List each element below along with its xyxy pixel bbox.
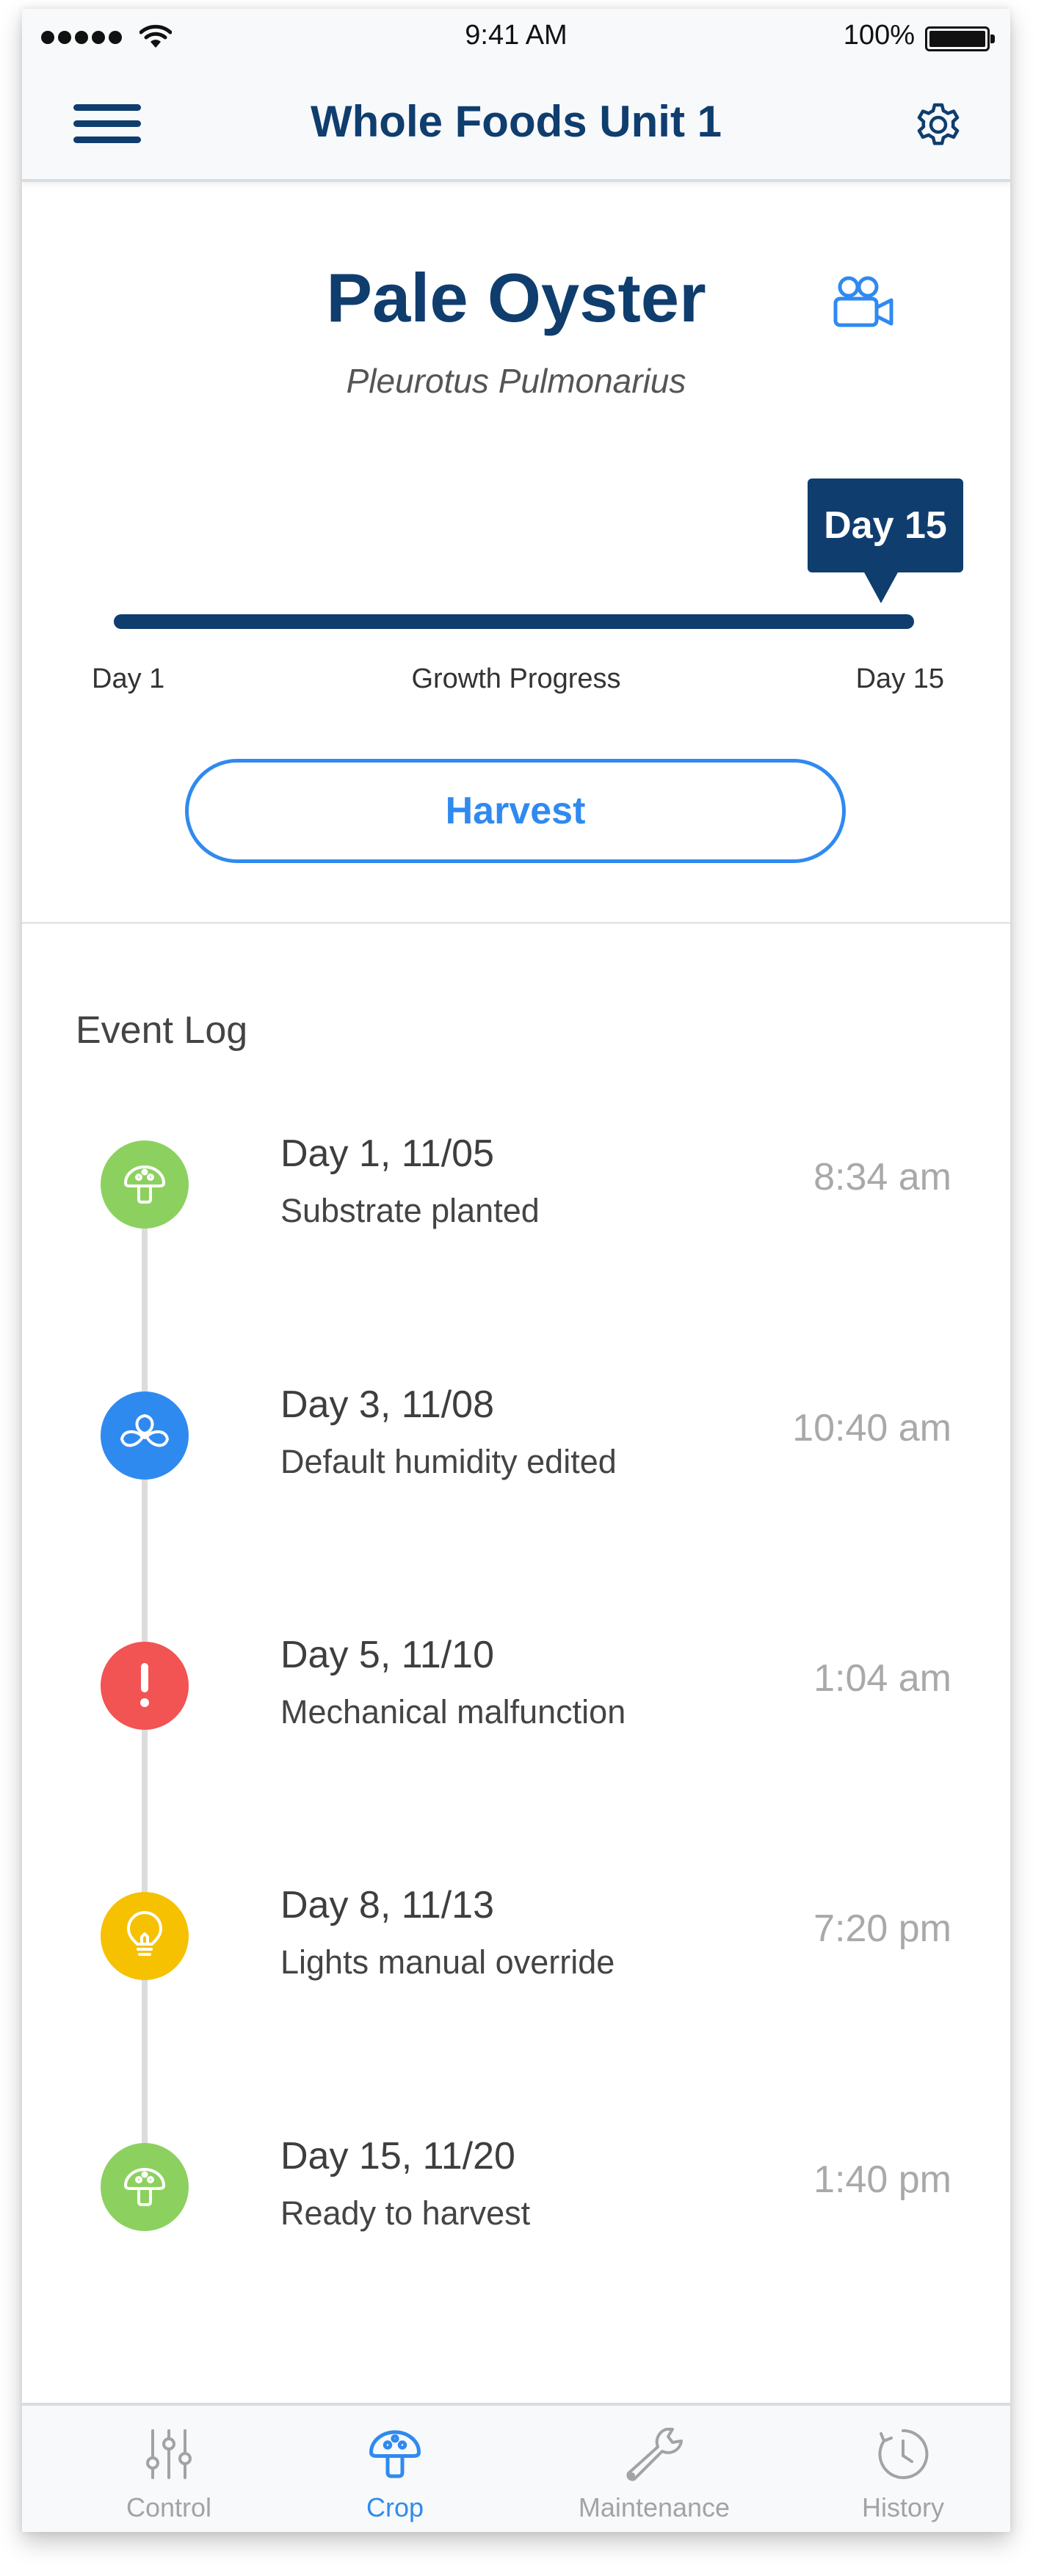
event-time: 8:34 am bbox=[813, 1156, 951, 1198]
event-date: Day 3, 11/08 bbox=[280, 1383, 495, 1426]
gear-icon[interactable] bbox=[912, 98, 965, 151]
sliders-icon bbox=[146, 2429, 192, 2479]
fan-icon bbox=[101, 1391, 189, 1480]
event-description: Ready to harvest bbox=[280, 2194, 531, 2232]
event-time: 1:40 pm bbox=[813, 2158, 951, 2201]
battery-percent: 100% bbox=[843, 20, 915, 51]
event-description: Default humidity edited bbox=[280, 1443, 617, 1480]
event-description: Mechanical malfunction bbox=[280, 1693, 626, 1731]
event-log-item[interactable]: Day 8, 11/13 Lights manual override 7:20… bbox=[22, 1883, 1010, 1986]
page-title: Whole Foods Unit 1 bbox=[311, 97, 722, 146]
video-camera-icon[interactable] bbox=[830, 269, 896, 335]
tab-label: Control bbox=[126, 2492, 212, 2522]
event-description: Substrate planted bbox=[280, 1192, 540, 1229]
battery-icon bbox=[925, 26, 995, 51]
harvest-button[interactable]: Harvest bbox=[185, 759, 846, 863]
event-time: 7:20 pm bbox=[813, 1907, 951, 1950]
event-date: Day 5, 11/10 bbox=[280, 1634, 495, 1676]
tab-control[interactable]: Control bbox=[82, 2406, 255, 2532]
event-description: Lights manual override bbox=[280, 1943, 615, 1981]
event-log-title: Event Log bbox=[76, 1009, 248, 1052]
event-time: 10:40 am bbox=[792, 1407, 951, 1449]
event-log-item[interactable]: Day 1, 11/05 Substrate planted 8:34 am bbox=[22, 1132, 1010, 1234]
tab-history[interactable]: History bbox=[816, 2406, 990, 2532]
tab-label: Maintenance bbox=[578, 2492, 731, 2522]
growth-progress-bar bbox=[114, 614, 914, 629]
crop-scientific-name: Pleurotus Pulmonarius bbox=[346, 362, 686, 400]
tab-crop[interactable]: Crop bbox=[308, 2406, 482, 2532]
nav-bar: Whole Foods Unit 1 bbox=[22, 62, 1010, 182]
current-day-tooltip: Day 15 bbox=[808, 479, 963, 572]
tab-label: Crop bbox=[366, 2492, 424, 2522]
wrench-icon bbox=[626, 2428, 683, 2481]
tooltip-pointer bbox=[863, 571, 899, 603]
event-log-item[interactable]: Day 15, 11/20 Ready to harvest 1:40 pm bbox=[22, 2134, 1010, 2237]
event-time: 1:04 am bbox=[813, 1657, 951, 1700]
growth-progress-fill bbox=[114, 614, 914, 629]
phone-frame: 9:41 AM 100% Whole Foods Unit 1 Pale Oys… bbox=[22, 9, 1010, 2532]
tab-bar: Control Crop Maintenance History bbox=[22, 2403, 1010, 2532]
alert-icon bbox=[101, 1642, 189, 1730]
event-log-item[interactable]: Day 5, 11/10 Mechanical malfunction 1:04… bbox=[22, 1633, 1010, 1736]
mushroom-icon bbox=[101, 2143, 189, 2231]
event-date: Day 15, 11/20 bbox=[280, 2135, 515, 2177]
mushroom-icon bbox=[369, 2430, 421, 2478]
tab-label: History bbox=[861, 2492, 944, 2522]
clock-history-icon bbox=[878, 2428, 929, 2479]
lightbulb-icon bbox=[101, 1892, 189, 1980]
section-divider bbox=[22, 922, 1010, 924]
battery-fill bbox=[929, 31, 985, 47]
event-date: Day 8, 11/13 bbox=[280, 1884, 495, 1926]
mushroom-icon bbox=[101, 1140, 189, 1229]
event-date: Day 1, 11/05 bbox=[280, 1132, 495, 1175]
tab-maintenance[interactable]: Maintenance bbox=[548, 2406, 761, 2532]
progress-end-label: Day 15 bbox=[855, 663, 944, 694]
status-bar: 9:41 AM 100% bbox=[22, 9, 1010, 62]
event-log-item[interactable]: Day 3, 11/08 Default humidity edited 10:… bbox=[22, 1383, 1010, 1485]
